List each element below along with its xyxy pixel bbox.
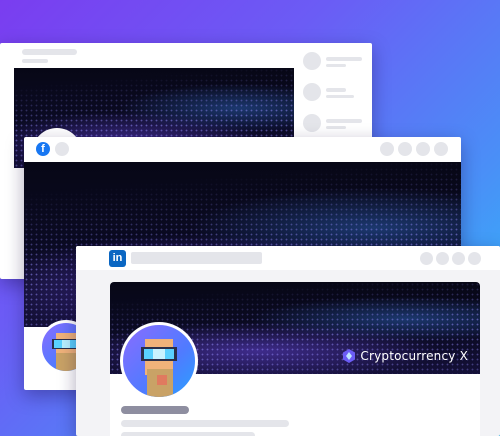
fb-header-button[interactable]: [398, 142, 412, 156]
fb-nav-circle[interactable]: [55, 142, 69, 156]
suggestion-line: [326, 95, 354, 98]
brand-name: Cryptocurrency X: [360, 349, 468, 363]
suggestion-line: [326, 57, 362, 61]
linkedin-window: in Cryptocurrency X: [76, 246, 500, 436]
back-title-placeholder: [22, 49, 77, 55]
li-header-button[interactable]: [468, 252, 481, 265]
li-header-button[interactable]: [436, 252, 449, 265]
suggestion-line: [326, 126, 346, 129]
suggestion-line: [326, 64, 346, 67]
facebook-logo-icon: f: [36, 142, 50, 156]
suggestion-avatar: [303, 114, 321, 132]
suggestion-avatar: [303, 83, 321, 101]
profile-headline-placeholder: [121, 420, 289, 427]
suggestion-line: [326, 119, 362, 123]
pixel-character-icon: [141, 339, 177, 397]
brand-label: Cryptocurrency X: [343, 349, 468, 363]
linkedin-profile-card: Cryptocurrency X: [110, 282, 480, 436]
suggestion-avatar: [303, 52, 321, 70]
fb-header-button[interactable]: [380, 142, 394, 156]
li-header-button[interactable]: [452, 252, 465, 265]
fb-header-button[interactable]: [434, 142, 448, 156]
crypto-brand-icon: [343, 349, 356, 363]
linkedin-search-bar[interactable]: [131, 252, 262, 264]
back-subtitle-placeholder: [22, 59, 48, 63]
linkedin-profile-avatar[interactable]: [120, 322, 198, 400]
profile-meta-placeholder: [121, 432, 255, 436]
profile-name-placeholder: [121, 406, 189, 414]
fb-header-button[interactable]: [416, 142, 430, 156]
li-header-button[interactable]: [420, 252, 433, 265]
suggestion-line: [326, 88, 346, 92]
linkedin-logo-icon: in: [109, 250, 126, 267]
